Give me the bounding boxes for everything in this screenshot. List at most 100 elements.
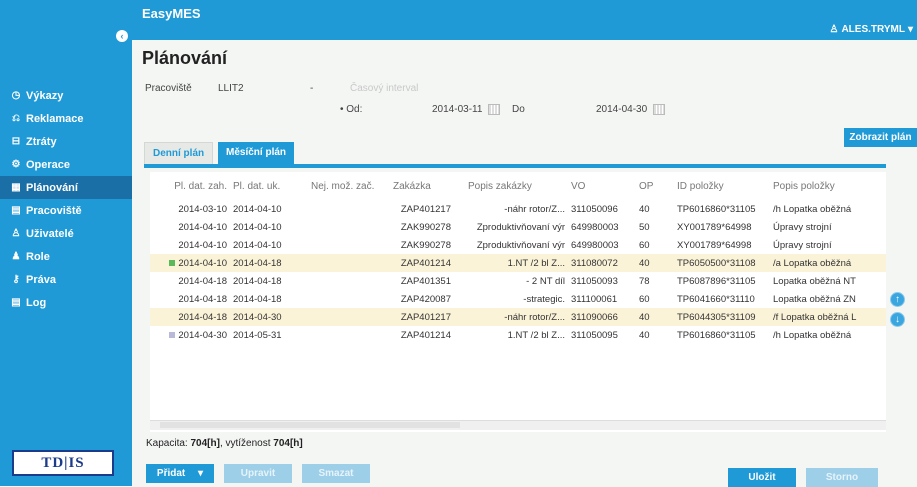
table-row[interactable]: 2014-04-10 2014-04-10 ZAK990278 Zproduktivň… <box>150 218 886 236</box>
table-cell <box>308 218 390 236</box>
do-date-field[interactable]: 2014-04-30 <box>596 104 666 115</box>
add-button[interactable]: Přidat ▾ <box>146 464 214 483</box>
sidebar-item-vykazy[interactable]: ◷ Výkazy <box>0 84 132 107</box>
table-row[interactable]: 2014-04-10 2014-04-18 ZAP401214 1.NT /2 bl … <box>150 254 886 272</box>
table-cell <box>308 290 390 308</box>
cell-text: 311050095 <box>571 329 618 341</box>
cell-text: -náhr rotor/Z... <box>504 203 565 215</box>
save-button[interactable]: Uložit <box>728 468 796 487</box>
table-cell: 311050095 <box>568 326 636 344</box>
table-cell: 649980003 <box>568 218 636 236</box>
add-label: Přidat <box>156 468 186 479</box>
workplace-select[interactable]: LLIT2 <box>218 83 244 94</box>
col-header[interactable]: Pl. dat. uk. <box>230 172 308 200</box>
sidebar-item-reklamace[interactable]: ⎌ Reklamace <box>0 107 132 130</box>
table-cell: Lopatka oběžná NT <box>770 272 886 290</box>
cancel-button[interactable]: Storno <box>806 468 878 487</box>
col-header[interactable]: VO <box>568 172 636 200</box>
col-header[interactable]: Pl. dat. zah. <box>150 172 230 200</box>
show-plan-button[interactable]: Zobrazit plán <box>844 128 917 147</box>
move-up-icon[interactable]: ↑ <box>890 292 905 307</box>
table-cell: 2014-04-18 <box>230 290 308 308</box>
col-header[interactable]: Nej. mož. zač. <box>308 172 390 200</box>
table-cell: 40 <box>636 254 674 272</box>
od-date-field[interactable]: 2014-03-11 <box>432 104 501 115</box>
col-header[interactable]: Popis položky <box>770 172 886 200</box>
tab-monthly-plan[interactable]: Měsíční plán <box>218 142 295 164</box>
cell-text: 60 <box>639 293 650 305</box>
capacity-label: Kapacita: <box>146 438 188 449</box>
cell-text: 311080072 <box>571 257 618 269</box>
sidebar-item-prava[interactable]: ⚷ Práva <box>0 268 132 291</box>
table-cell: TP6050500*31108 <box>674 254 770 272</box>
cell-text: 2014-04-10 <box>233 239 282 251</box>
table-cell: /h Lopatka oběžná <box>770 326 886 344</box>
col-header[interactable]: OP <box>636 172 674 200</box>
move-down-icon[interactable]: ↓ <box>890 312 905 327</box>
col-header[interactable]: Zakázka <box>390 172 454 200</box>
sidebar-item-pracoviste[interactable]: ▤ Pracoviště <box>0 199 132 222</box>
sidebar-item-operace[interactable]: ⚙ Operace <box>0 153 132 176</box>
scrollbar-thumb[interactable] <box>160 422 460 428</box>
utilization-value: 704[h] <box>273 438 303 449</box>
table-cell: 60 <box>636 236 674 254</box>
table-cell: /h Lopatka oběžná <box>770 200 886 218</box>
table-cell: ZAP401217 <box>390 200 454 218</box>
cell-text: 311100061 <box>571 293 618 305</box>
cell-text: /f Lopatka oběžná L <box>773 311 857 323</box>
cell-text: -strategic. <box>523 293 565 305</box>
sidebar-item-uzivatele[interactable]: ♙ Uživatelé <box>0 222 132 245</box>
table-cell: /f Lopatka oběžná L <box>770 308 886 326</box>
sidebar-item-label: Ztráty <box>26 135 57 148</box>
sidebar-item-planovani[interactable]: ▦ Plánování <box>0 176 132 199</box>
edit-button[interactable]: Upravit <box>224 464 292 483</box>
table-cell: ZAK990278 <box>390 218 454 236</box>
sidebar-item-log[interactable]: ▤ Log <box>0 291 132 314</box>
table-cell: XY001789*64998 <box>674 236 770 254</box>
table-cell: ZAK990278 <box>390 236 454 254</box>
table-cell <box>308 236 390 254</box>
cell-text: XY001789*64998 <box>677 239 752 251</box>
col-header[interactable]: ID položky <box>674 172 770 200</box>
table-row[interactable]: 2014-04-30 2014-05-31 ZAP401214 1.NT /2 bl … <box>150 326 886 344</box>
table-row[interactable]: 2014-04-18 2014-04-30 ZAP401217 -náhr rotor… <box>150 308 886 326</box>
cell-text: Zproduktivňovaní výr <box>476 221 565 233</box>
cell-text: 2014-04-10 <box>178 239 227 251</box>
cell-text: Zproduktivňovaní výr <box>476 239 565 251</box>
table-row[interactable]: 2014-03-10 2014-04-10 ZAP401217 -náhr rotor… <box>150 200 886 218</box>
return-icon: ⎌ <box>12 113 20 124</box>
table-cell: -strategic. <box>454 290 568 308</box>
table-row[interactable]: 2014-04-18 2014-04-18 ZAP420087 -strategic.… <box>150 290 886 308</box>
table-cell: Zproduktivňovaní výr <box>454 236 568 254</box>
user-menu[interactable]: ♙ ALES.TRYML ▾ <box>829 24 913 35</box>
cell-text: /h Lopatka oběžná <box>773 329 852 341</box>
interval-label: Časový interval <box>350 83 419 94</box>
table-cell: 2014-04-18 <box>230 254 308 272</box>
table-cell: ZAP401217 <box>390 308 454 326</box>
sidebar-item-label: Role <box>26 250 50 263</box>
table-cell <box>308 326 390 344</box>
collapse-sidebar-icon[interactable]: ‹ <box>116 30 128 42</box>
table-cell: /a Lopatka oběžná <box>770 254 886 272</box>
sidebar-item-ztraty[interactable]: ⊟ Ztráty <box>0 130 132 153</box>
do-label: Do <box>512 104 525 115</box>
tab-daily-plan[interactable]: Denní plán <box>144 142 214 165</box>
cell-text: ZAK990278 <box>400 239 451 251</box>
cell-text: Lopatka oběžná ZN <box>773 293 856 305</box>
horizontal-scrollbar[interactable] <box>150 420 886 430</box>
delete-button[interactable]: Smazat <box>302 464 370 483</box>
table-cell: ZAP401214 <box>390 254 454 272</box>
key-icon: ⚷ <box>12 274 20 285</box>
chevron-down-icon: ▾ <box>907 24 913 35</box>
calendar-picker-icon[interactable] <box>488 104 501 115</box>
user-icon: ♙ <box>829 24 839 35</box>
table-cell: -náhr rotor/Z... <box>454 200 568 218</box>
cell-text: ZAP401214 <box>400 257 451 269</box>
table-row[interactable]: 2014-04-18 2014-04-18 ZAP401351 - 2 NT díl 3… <box>150 272 886 290</box>
user-icon: ♙ <box>11 228 21 239</box>
sidebar-item-role[interactable]: ♟ Role <box>0 245 132 268</box>
col-header[interactable]: Popis zakázky <box>454 172 568 200</box>
table-row[interactable]: 2014-04-10 2014-04-10 ZAK990278 Zproduktivň… <box>150 236 886 254</box>
cell-text: TP6050500*31108 <box>677 257 756 269</box>
calendar-picker-icon[interactable] <box>653 104 666 115</box>
